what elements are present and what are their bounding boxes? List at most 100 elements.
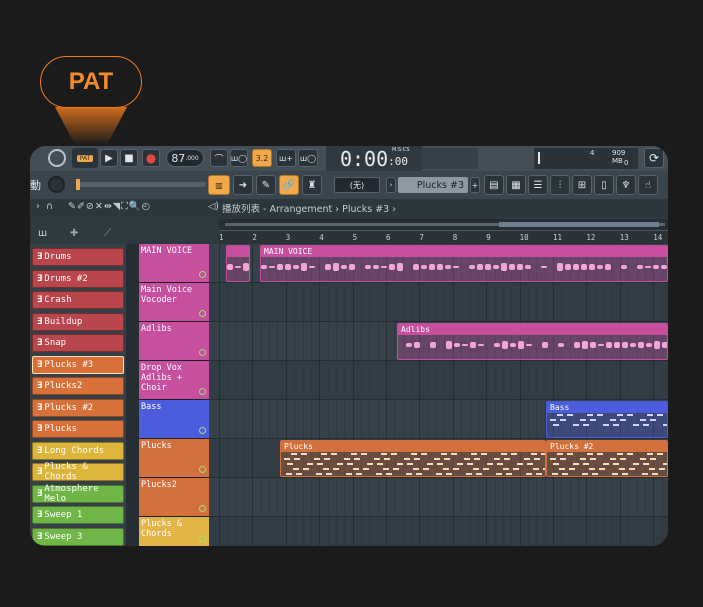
speaker-icon: ◁) — [208, 201, 219, 212]
track-header[interactable]: Plucks2 — [139, 478, 209, 517]
refresh-icon: ⟳ — [649, 151, 659, 165]
pattern-clip[interactable]: Plucks — [280, 440, 546, 477]
channel-button[interactable]: ∃ Plucks & Chords — [32, 463, 124, 481]
track-mute-led[interactable] — [199, 466, 206, 473]
draw-tool-button[interactable]: ✎ — [256, 175, 276, 195]
pattern-prev-button[interactable]: › — [386, 177, 396, 193]
rack-add-icon[interactable]: ✚ — [70, 228, 78, 239]
master-pitch-slider[interactable] — [76, 182, 206, 187]
playlist-window-button[interactable]: ▤ — [484, 175, 504, 195]
wait-input-button[interactable]: ш◯ — [230, 149, 248, 167]
snap-selector[interactable]: (无) — [334, 177, 380, 193]
track-header[interactable]: Plucks — [139, 439, 209, 478]
stop-button[interactable]: ■ — [120, 149, 138, 167]
grid-line — [586, 244, 587, 546]
time-ruler[interactable]: 1 2 3 4 5 6 7 8 9 10 11 12 13 14 — [219, 230, 668, 245]
track-header[interactable]: Main Voice Vocoder — [139, 283, 209, 322]
add-pattern-button[interactable]: + — [470, 177, 480, 193]
document-icon: ▯ — [601, 180, 607, 191]
pattern-clip[interactable]: Adlibs — [397, 323, 668, 360]
touch-controller-button[interactable]: ☝ — [638, 175, 658, 195]
channel-grip-icon: ∃ — [37, 510, 42, 520]
channel-rack-window-button[interactable]: ☰ — [528, 175, 548, 195]
pattern-clip[interactable]: MAIN VOICE — [260, 245, 668, 282]
piano-roll-window-button[interactable]: ▦ — [506, 175, 526, 195]
breadcrumb-chevron: › — [335, 204, 339, 215]
track-mute-led[interactable] — [199, 310, 206, 317]
play-button[interactable]: ▶ — [100, 149, 118, 167]
loop-record-button[interactable]: ш◯ — [298, 149, 318, 167]
playlist-arrow-button[interactable]: ➜ — [233, 175, 253, 195]
pat-song-toggle[interactable]: PAT — [72, 148, 98, 168]
magnet-icon[interactable]: ∩ — [46, 201, 53, 212]
browser-window-button[interactable]: ⊞ — [572, 175, 592, 195]
link-tool-button[interactable]: 🔗 — [279, 175, 299, 195]
track-header[interactable]: Plucks & Chords — [139, 517, 209, 546]
channel-button[interactable]: ∃ Plucks — [32, 420, 124, 438]
master-pitch-handle[interactable] — [76, 179, 80, 190]
channel-rack-scrollbar[interactable] — [126, 244, 139, 546]
channel-button[interactable]: ∃ Drums #2 — [32, 270, 124, 288]
pattern-clip[interactable]: Plucks #2 — [546, 440, 668, 477]
rack-view-icon[interactable]: ш — [38, 228, 47, 239]
channel-button[interactable]: ∃ Sweep 1 — [32, 506, 124, 524]
edit-tools-icons[interactable]: ✎✐⊘✕⇹◥⛶🔍◴ — [68, 201, 151, 212]
grid-line — [361, 244, 362, 546]
channel-button[interactable]: ∃ Plucks #3 — [32, 356, 124, 374]
step-edit-button[interactable]: ш+ — [276, 149, 296, 167]
record-button[interactable]: ● — [142, 149, 160, 167]
menu-arrow-icon[interactable]: › — [36, 201, 40, 212]
piano-roll-mode-button[interactable]: ▥ — [208, 175, 230, 195]
track-header[interactable]: Adlibs — [139, 322, 209, 361]
countdown-button[interactable]: 3.2 — [252, 149, 272, 167]
channel-button[interactable]: ∃ Long Chords — [32, 442, 124, 460]
channel-button[interactable]: ∃ Atmosphere Melo — [32, 485, 124, 503]
cpu-memory-monitor: 4 909 MB 0 — [534, 148, 638, 169]
grid-line — [403, 244, 404, 546]
grid-line — [311, 244, 312, 546]
main-volume-knob[interactable] — [48, 149, 66, 167]
track-mute-led[interactable] — [199, 427, 206, 434]
ruler-bar-number: 6 — [386, 233, 391, 242]
main-pitch-knob[interactable] — [48, 176, 65, 193]
pattern-clip[interactable] — [226, 245, 250, 282]
project-info-button[interactable]: ▯ — [594, 175, 614, 195]
channel-button[interactable]: ∃ Snap — [32, 334, 124, 352]
grid-line — [595, 244, 596, 546]
mixer-window-button[interactable]: ⫶ — [550, 175, 570, 195]
channel-button[interactable]: ∃ Buildup — [32, 313, 124, 331]
track-name: Plucks2 — [141, 480, 177, 490]
track-mute-led[interactable] — [199, 388, 206, 395]
channel-button[interactable]: ∃ Crash — [32, 291, 124, 309]
track-header[interactable]: Drop Vox Adlibs + Choir — [139, 361, 209, 400]
rack-tool-icon[interactable]: ⟋ — [104, 228, 111, 239]
track-header[interactable]: MAIN VOICE — [139, 244, 209, 283]
breadcrumb-pattern[interactable]: Plucks #3 — [342, 204, 389, 215]
typing-keyboard-button[interactable]: ♜ — [302, 175, 322, 195]
channel-name: Drums — [44, 252, 71, 262]
tempo-display[interactable]: 87.000 — [166, 149, 204, 167]
refresh-button[interactable]: ⟳ — [644, 148, 664, 168]
channel-button[interactable]: ∃ Plucks #2 — [32, 399, 124, 417]
track-header[interactable]: Bass — [139, 400, 209, 439]
track-mute-led[interactable] — [199, 349, 206, 356]
channel-grip-icon: ∃ — [37, 295, 42, 305]
plugin-picker-button[interactable]: ♆ — [616, 175, 636, 195]
playlist-grid[interactable]: MAIN VOICE Adlibs Bass Plucks Plucks #2 — [209, 244, 668, 546]
metronome-button[interactable]: ⌒ — [210, 149, 228, 167]
track-mute-led[interactable] — [199, 535, 206, 542]
wait-icon: ш◯ — [231, 154, 247, 163]
overview-scroll-handle[interactable] — [499, 222, 659, 227]
track-name: MAIN VOICE — [141, 246, 192, 256]
channel-button[interactable]: ∃ Sweep 3 — [32, 528, 124, 546]
pattern-selector[interactable]: Plucks #3 — [398, 177, 468, 193]
channel-button[interactable]: ∃ Drums — [32, 248, 124, 266]
grid-line — [620, 244, 621, 546]
pat-badge: PAT — [40, 56, 142, 108]
time-display[interactable]: 0:00:00 M:S:CS — [326, 146, 422, 171]
pattern-clip[interactable]: Bass — [546, 401, 668, 438]
track-mute-led[interactable] — [199, 271, 206, 278]
track-mute-led[interactable] — [199, 505, 206, 512]
channel-button[interactable]: ∃ Plucks2 — [32, 377, 124, 395]
transport-toolbar: PAT ▶ ■ ● 87.000 ⌒ ш◯ 3.2 ш+ ш◯ 0:00:00 … — [30, 146, 668, 171]
